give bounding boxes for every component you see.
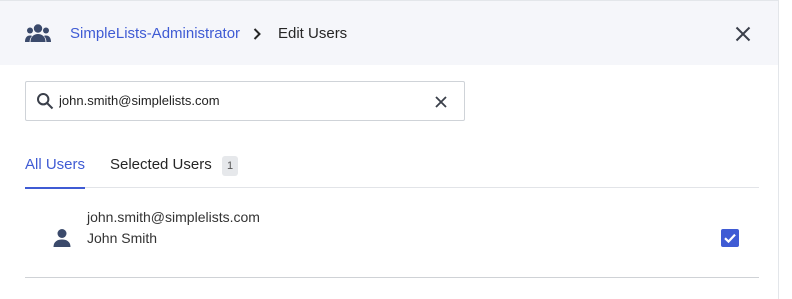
user-tabs: All Users Selected Users 1 — [25, 146, 759, 189]
tab-selected-users[interactable]: Selected Users 1 — [110, 146, 240, 188]
selected-count-badge: 1 — [222, 156, 238, 176]
person-icon — [53, 229, 71, 247]
page-title: Edit Users — [278, 25, 348, 42]
user-email: john.smith@simplelists.com — [87, 209, 260, 225]
tab-all-users[interactable]: All Users — [25, 146, 86, 189]
search-icon — [37, 93, 54, 110]
breadcrumb-administrator-link[interactable]: SimpleLists-Administrator — [70, 25, 240, 43]
user-search-box — [25, 81, 465, 121]
group-icon — [25, 24, 51, 42]
tab-selected-users-label: Selected Users — [110, 156, 212, 173]
dialog-header: SimpleLists-Administrator Edit Users — [0, 1, 778, 65]
tab-all-users-label: All Users — [25, 156, 86, 173]
checkmark-icon — [724, 233, 736, 244]
list-item[interactable]: john.smith@simplelists.com John Smith — [25, 198, 759, 278]
active-tab-indicator — [25, 187, 85, 189]
search-input[interactable] — [59, 89, 439, 111]
user-name: John Smith — [87, 230, 158, 246]
close-icon[interactable] — [731, 22, 755, 46]
right-border — [778, 0, 779, 299]
clear-icon[interactable] — [431, 92, 451, 112]
user-select-checkbox[interactable] — [721, 229, 739, 247]
chevron-right-icon — [253, 28, 261, 40]
